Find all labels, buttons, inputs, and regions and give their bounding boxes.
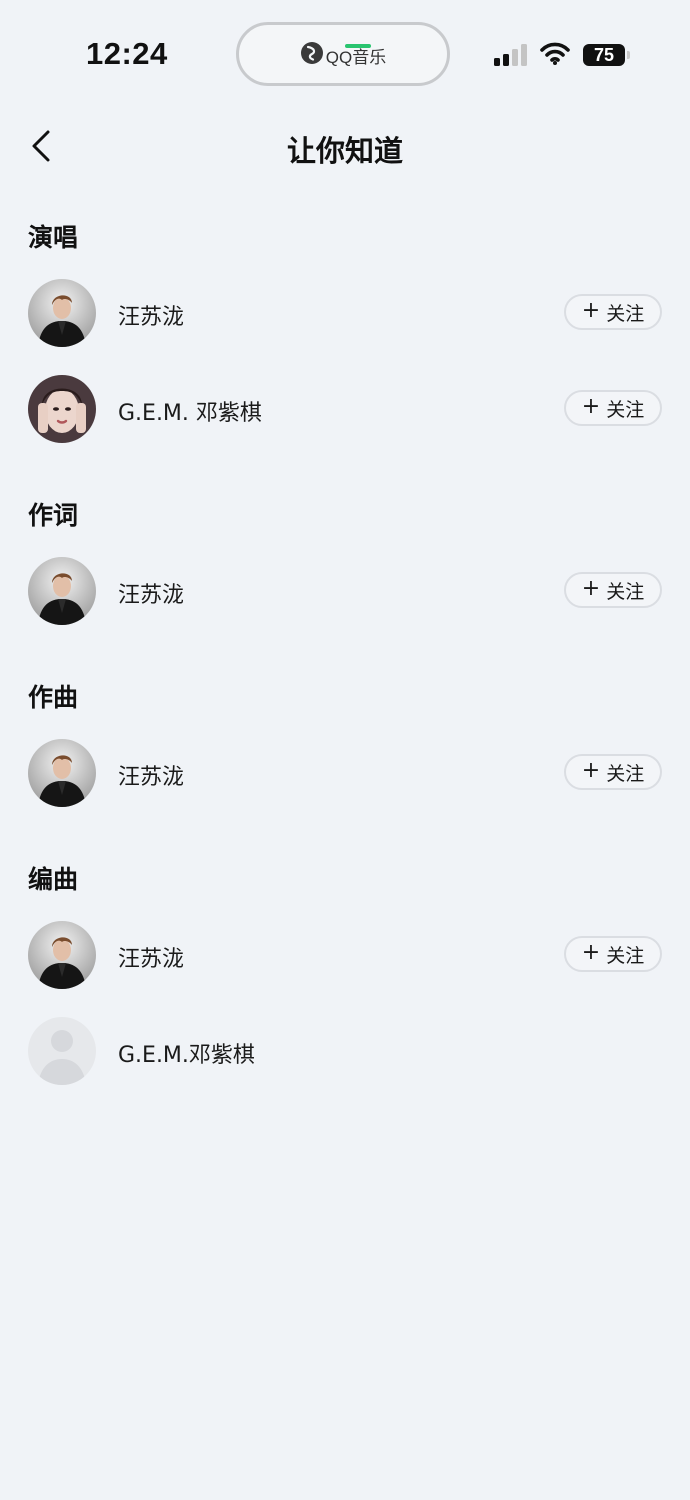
wifi-icon [540, 42, 570, 66]
person-row[interactable]: 汪苏泷 + 关注 [0, 557, 690, 627]
person-row[interactable]: 汪苏泷 + 关注 [0, 921, 690, 991]
section-heading-composer: 作曲 [28, 683, 79, 712]
person-row[interactable]: 汪苏泷 + 关注 [0, 279, 690, 349]
person-row[interactable]: 汪苏泷 + 关注 [0, 739, 690, 809]
section-heading-performer: 演唱 [28, 223, 79, 252]
qq-music-logo-icon [300, 41, 324, 70]
person-row[interactable]: G.E.M.邓紫棋 [0, 1017, 690, 1087]
follow-label: 关注 [606, 762, 645, 785]
avatar[interactable] [28, 557, 96, 625]
follow-button[interactable]: + 关注 [564, 572, 662, 608]
follow-label: 关注 [606, 302, 645, 325]
person-name[interactable]: G.E.M. 邓紫棋 [118, 395, 262, 427]
section-heading-lyricist: 作词 [28, 501, 79, 530]
person-name[interactable]: G.E.M.邓紫棋 [118, 1037, 255, 1069]
status-time: 12:24 [86, 36, 168, 71]
follow-button[interactable]: + 关注 [564, 390, 662, 426]
person-row[interactable]: G.E.M. 邓紫棋 + 关注 [0, 375, 690, 445]
follow-button[interactable]: + 关注 [564, 754, 662, 790]
section-heading-arranger: 编曲 [28, 865, 79, 894]
person-name[interactable]: 汪苏泷 [118, 941, 184, 973]
status-bar: 12:24 QQ音乐 75 [0, 0, 690, 100]
battery-level: 75 [593, 44, 615, 65]
person-name[interactable]: 汪苏泷 [118, 299, 184, 331]
nav-bar: 让你知道 [0, 110, 690, 180]
cellular-signal-icon [494, 44, 530, 66]
battery-icon: 75 [583, 44, 625, 66]
battery-tip [627, 51, 630, 59]
island-app: QQ音乐 [300, 41, 386, 70]
avatar[interactable] [28, 739, 96, 807]
follow-label: 关注 [606, 944, 645, 967]
avatar[interactable] [28, 279, 96, 347]
avatar[interactable] [28, 375, 96, 443]
plus-icon: + [581, 940, 601, 965]
island-activity-indicator [345, 44, 371, 48]
plus-icon: + [581, 298, 601, 323]
page-title: 让你知道 [286, 134, 403, 168]
follow-label: 关注 [606, 398, 645, 421]
plus-icon: + [581, 758, 601, 783]
person-name[interactable]: 汪苏泷 [118, 759, 184, 791]
plus-icon: + [581, 394, 601, 419]
default-avatar-icon[interactable] [28, 1017, 96, 1085]
person-name[interactable]: 汪苏泷 [118, 577, 184, 609]
follow-button[interactable]: + 关注 [564, 294, 662, 330]
follow-button[interactable]: + 关注 [564, 936, 662, 972]
dynamic-island[interactable]: QQ音乐 [236, 22, 450, 86]
plus-icon: + [581, 576, 601, 601]
follow-label: 关注 [606, 580, 645, 603]
avatar[interactable] [28, 921, 96, 989]
